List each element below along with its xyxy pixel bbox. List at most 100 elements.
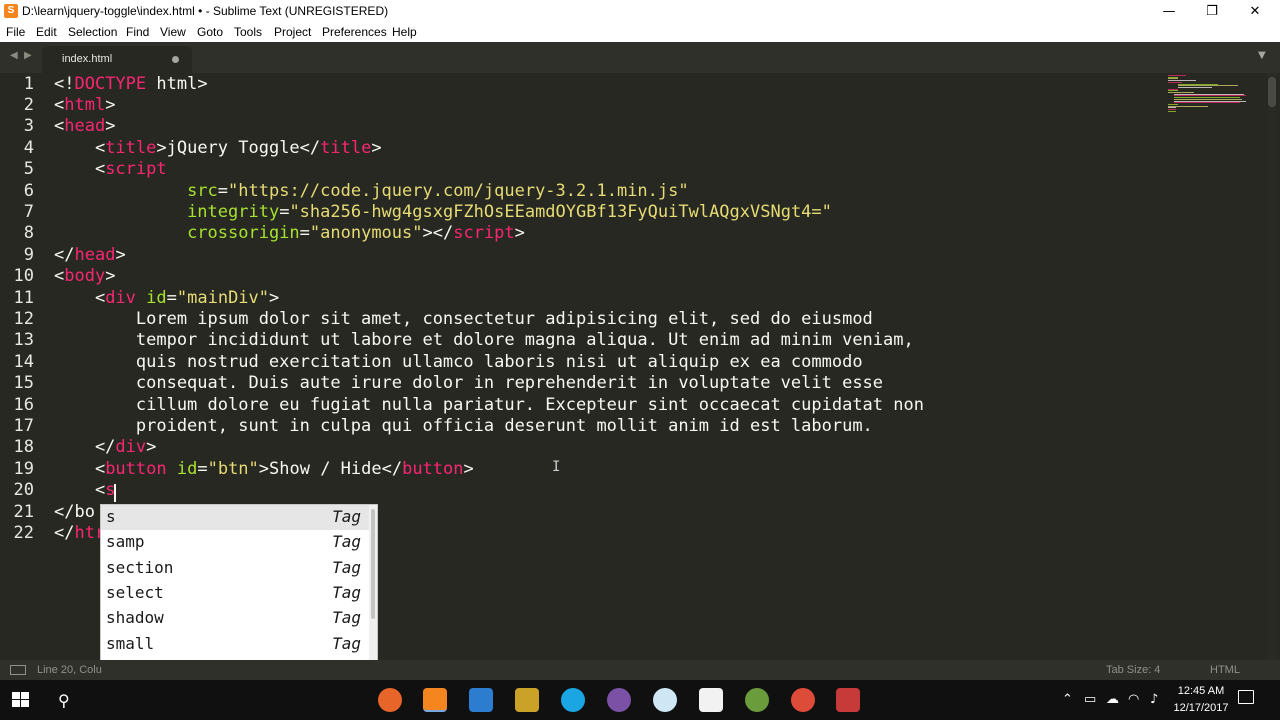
menu-file[interactable]: File <box>6 25 25 39</box>
code-line[interactable]: <title>jQuery Toggle</title> <box>54 138 382 159</box>
sublime-text-taskbar-icon[interactable] <box>423 688 447 712</box>
autocomplete-item[interactable]: s Tag <box>101 505 369 531</box>
code-line[interactable]: <head> <box>54 116 115 137</box>
tab-forward-icon[interactable]: ▶ <box>24 50 32 61</box>
code-line[interactable]: <body> <box>54 266 115 287</box>
firefox-icon[interactable] <box>378 688 402 712</box>
tab-list-dropdown-icon[interactable]: ▼ <box>1258 50 1266 61</box>
battery-icon[interactable]: ▭ <box>1084 692 1096 707</box>
tab-back-icon[interactable]: ◀ <box>10 50 18 61</box>
clock-time[interactable]: 12:45 AM <box>1173 685 1229 697</box>
line-number: 14 <box>13 351 34 372</box>
volume-icon[interactable]: ♪ <box>1150 692 1158 707</box>
menu-find[interactable]: Find <box>126 25 149 39</box>
code-token: </ <box>54 437 116 458</box>
code-line[interactable]: proident, sunt in culpa qui officia dese… <box>54 416 873 437</box>
menu-project[interactable]: Project <box>274 25 311 39</box>
line-number: 17 <box>13 415 34 436</box>
autocomplete-item-label: small <box>106 633 155 653</box>
close-button[interactable]: ✕ <box>1233 0 1277 23</box>
autocomplete-item[interactable]: shadow Tag <box>101 606 369 631</box>
code-line[interactable]: <s <box>54 480 116 501</box>
syntax-indicator[interactable]: HTML <box>1210 664 1240 676</box>
windows-start-icon[interactable] <box>12 692 30 708</box>
line-number: 19 <box>13 458 34 479</box>
menu-view[interactable]: View <box>160 25 186 39</box>
minimap[interactable] <box>1166 73 1256 113</box>
chrome-icon[interactable] <box>791 688 815 712</box>
code-token: "https://code.jquery.com/jquery-3.2.1.mi… <box>228 180 689 201</box>
menu-preferences[interactable]: Preferences <box>322 25 387 39</box>
android-icon[interactable] <box>745 688 769 712</box>
menu-help[interactable]: Help <box>392 25 417 39</box>
code-line[interactable]: </div> <box>54 437 156 458</box>
code-line[interactable]: quis nostrud exercitation ullamco labori… <box>54 352 863 373</box>
code-line[interactable]: <script <box>54 159 167 180</box>
notification-center-icon[interactable] <box>1238 690 1254 704</box>
code-line[interactable]: <!DOCTYPE html> <box>54 74 208 95</box>
code-token: = <box>217 180 229 201</box>
autocomplete-item[interactable]: section Tag <box>101 556 369 581</box>
code-line[interactable]: </bo <box>54 502 95 523</box>
search-icon[interactable]: ⚲ <box>58 691 70 710</box>
vscode-icon[interactable] <box>469 688 493 712</box>
code-line[interactable]: tempor incididunt ut labore et dolore ma… <box>54 330 914 351</box>
menu-selection[interactable]: Selection <box>68 25 117 39</box>
code-line[interactable]: <button id="btn">Show / Hide</button> <box>54 459 474 480</box>
code-token: < <box>54 94 65 115</box>
code-line[interactable]: <html> <box>54 95 115 116</box>
code-line[interactable]: crossorigin="anonymous"></script> <box>54 223 525 244</box>
code-token: src <box>187 180 218 201</box>
autocomplete-item[interactable]: select Tag <box>101 581 369 606</box>
code-line[interactable]: </htr <box>54 523 105 544</box>
editor-scrollbar[interactable] <box>1268 73 1276 660</box>
file-icon[interactable] <box>699 688 723 712</box>
menu-edit[interactable]: Edit <box>36 25 57 39</box>
editor-scroll-thumb[interactable] <box>1268 77 1276 107</box>
tray-expand-icon[interactable]: ⌃ <box>1062 692 1073 707</box>
tab-index-html[interactable]: index.html <box>42 46 192 73</box>
autocomplete-scroll-thumb[interactable] <box>371 509 375 619</box>
code-token: button <box>402 458 464 479</box>
code-line[interactable]: <div id="mainDiv"> <box>54 288 279 309</box>
restore-button[interactable]: ❐ <box>1190 0 1234 23</box>
line-number: 11 <box>13 287 34 308</box>
line-number: 15 <box>13 373 34 394</box>
code-token: body <box>64 266 106 287</box>
menu-bar: File Edit Selection Find View Goto Tools… <box>0 23 1280 42</box>
text-cursor <box>114 484 116 502</box>
autocomplete-item[interactable]: samp Tag <box>101 530 369 555</box>
menu-tools[interactable]: Tools <box>234 25 262 39</box>
code-line[interactable]: </head> <box>54 245 126 266</box>
network-app-icon[interactable] <box>653 688 677 712</box>
autocomplete-item[interactable]: small Tag <box>101 632 369 657</box>
code-token: head <box>64 116 106 137</box>
code-line[interactable]: cillum dolore eu fugiat nulla pariatur. … <box>54 395 924 416</box>
menu-goto[interactable]: Goto <box>197 25 223 39</box>
line-number: 13 <box>13 330 34 351</box>
panel-toggle-icon[interactable] <box>10 665 26 675</box>
code-line[interactable]: integrity="sha256-hwg4gsxgFZhOsEEamdOYGB… <box>54 202 832 223</box>
title-bar: S D:\learn\jquery-toggle\index.html • - … <box>0 0 1280 23</box>
onedrive-icon[interactable]: ☁ <box>1106 692 1119 707</box>
skype-icon[interactable] <box>561 688 585 712</box>
git-icon[interactable] <box>515 688 539 712</box>
tab-label: index.html <box>62 53 113 65</box>
minimize-button[interactable]: — <box>1147 0 1191 23</box>
wifi-icon[interactable]: ◠ <box>1128 692 1139 707</box>
clock-date[interactable]: 12/17/2017 <box>1171 702 1231 714</box>
code-token: id <box>146 287 167 308</box>
line-number: 8 <box>23 223 34 244</box>
viber-icon[interactable] <box>607 688 631 712</box>
code-line[interactable]: src="https://code.jquery.com/jquery-3.2.… <box>54 181 689 202</box>
code-token: > <box>105 116 116 137</box>
tab-size-indicator[interactable]: Tab Size: 4 <box>1106 664 1160 676</box>
line-number: 20 <box>13 480 34 501</box>
autocomplete-item-kind: Tag <box>332 633 361 653</box>
unsaved-dot-icon[interactable] <box>172 56 179 63</box>
code-line[interactable]: Lorem ipsum dolor sit amet, consectetur … <box>54 309 873 330</box>
app-icon[interactable] <box>836 688 860 712</box>
code-line[interactable]: consequat. Duis aute irure dolor in repr… <box>54 373 883 394</box>
